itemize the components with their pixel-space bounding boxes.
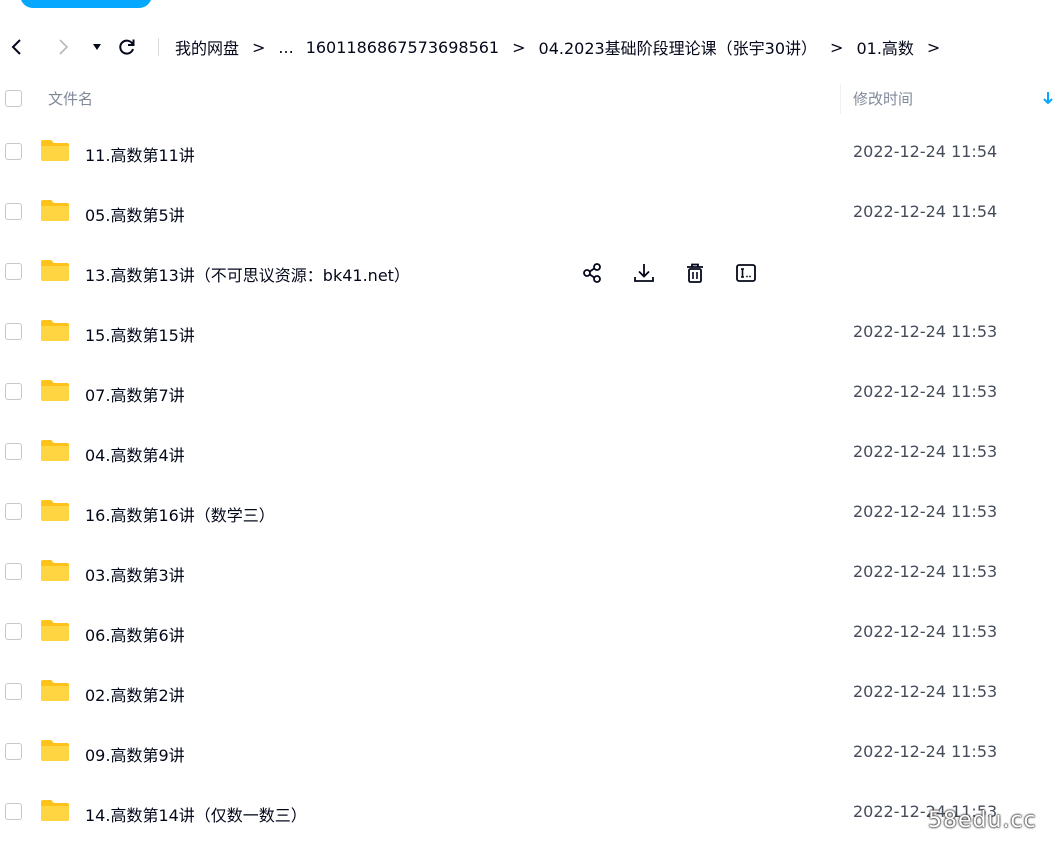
- file-row[interactable]: 15.高数第15讲 2022-12-24 11:53: [0, 303, 1057, 363]
- breadcrumb-item-course[interactable]: 04.2023基础阶段理论课（张宇30讲）: [539, 35, 818, 59]
- watermark: 58edu.cc: [928, 808, 1037, 833]
- folder-icon: [41, 200, 69, 221]
- file-modified-time: 2022-12-24 11:53: [853, 442, 998, 461]
- file-name[interactable]: 05.高数第5讲: [85, 202, 185, 226]
- history-dropdown[interactable]: [84, 28, 110, 66]
- select-all-checkbox[interactable]: [5, 90, 22, 107]
- folder-icon: [41, 620, 69, 641]
- file-row[interactable]: 16.高数第16讲（数学三） 2022-12-24 11:53: [0, 483, 1057, 543]
- file-name[interactable]: 14.高数第14讲（仅数一数三）: [85, 802, 307, 826]
- file-row[interactable]: 05.高数第5讲 2022-12-24 11:54: [0, 183, 1057, 243]
- share-button[interactable]: [580, 261, 606, 285]
- file-row[interactable]: 04.高数第4讲 2022-12-24 11:53: [0, 423, 1057, 483]
- row-checkbox[interactable]: [5, 203, 22, 220]
- folder-icon: [41, 140, 69, 161]
- rename-button[interactable]: [733, 261, 759, 285]
- file-modified-time: 2022-12-24 11:53: [853, 322, 998, 341]
- folder-icon: [41, 380, 69, 401]
- column-divider[interactable]: [840, 84, 841, 114]
- file-list-header: 文件名 修改时间: [0, 76, 1057, 122]
- file-row[interactable]: 07.高数第7讲 2022-12-24 11:53: [0, 363, 1057, 423]
- file-modified-time: 2022-12-24 11:53: [853, 622, 998, 641]
- file-name[interactable]: 09.高数第9讲: [85, 742, 185, 766]
- file-row[interactable]: 03.高数第3讲 2022-12-24 11:53: [0, 543, 1057, 603]
- sort-descending-icon[interactable]: [1042, 91, 1054, 105]
- file-name[interactable]: 16.高数第16讲（数学三）: [85, 502, 275, 526]
- delete-icon: [687, 263, 703, 283]
- breadcrumb-item-root[interactable]: 我的网盘: [175, 35, 239, 59]
- navigation-bar: 我的网盘 > ... 1601186867573698561 > 04.2023…: [0, 28, 1057, 66]
- refresh-icon: [119, 39, 135, 55]
- file-name[interactable]: 03.高数第3讲: [85, 562, 185, 586]
- file-modified-time: 2022-12-24 11:53: [853, 562, 998, 581]
- row-checkbox[interactable]: [5, 563, 22, 580]
- download-button[interactable]: [631, 261, 657, 285]
- folder-icon: [41, 260, 69, 281]
- row-checkbox[interactable]: [5, 623, 22, 640]
- file-name[interactable]: 07.高数第7讲: [85, 382, 185, 406]
- file-modified-time: 2022-12-24 11:53: [853, 742, 998, 761]
- folder-icon: [41, 440, 69, 461]
- row-checkbox[interactable]: [5, 383, 22, 400]
- breadcrumb-item-ellipsis[interactable]: ...: [278, 38, 293, 57]
- file-row[interactable]: 09.高数第9讲 2022-12-24 11:53: [0, 723, 1057, 783]
- breadcrumb-item-id[interactable]: 1601186867573698561: [306, 38, 499, 57]
- share-icon: [583, 263, 601, 283]
- file-row[interactable]: 11.高数第11讲 2022-12-24 11:54: [0, 123, 1057, 183]
- file-row[interactable]: 02.高数第2讲 2022-12-24 11:53: [0, 663, 1057, 723]
- row-checkbox[interactable]: [5, 323, 22, 340]
- file-row[interactable]: 14.高数第14讲（仅数一数三） 2022-12-24 11:53: [0, 783, 1057, 843]
- delete-button[interactable]: [682, 261, 708, 285]
- file-name[interactable]: 15.高数第15讲: [85, 322, 195, 346]
- row-checkbox[interactable]: [5, 263, 22, 280]
- folder-icon: [41, 560, 69, 581]
- column-header-name[interactable]: 文件名: [48, 88, 93, 109]
- row-checkbox[interactable]: [5, 143, 22, 160]
- row-checkbox[interactable]: [5, 683, 22, 700]
- breadcrumb-separator: >: [830, 37, 844, 57]
- file-modified-time: 2022-12-24 11:54: [853, 202, 998, 221]
- file-name[interactable]: 02.高数第2讲: [85, 682, 185, 706]
- back-button[interactable]: [4, 28, 30, 66]
- row-checkbox[interactable]: [5, 803, 22, 820]
- upload-button[interactable]: [20, 0, 152, 8]
- rename-icon: [736, 264, 756, 282]
- nav-divider: [158, 38, 159, 56]
- download-icon: [634, 264, 654, 282]
- row-checkbox[interactable]: [5, 503, 22, 520]
- refresh-button[interactable]: [114, 28, 140, 66]
- row-checkbox[interactable]: [5, 743, 22, 760]
- forward-button[interactable]: [50, 28, 76, 66]
- file-modified-time: 2022-12-24 11:53: [853, 382, 998, 401]
- file-name[interactable]: 11.高数第11讲: [85, 142, 195, 166]
- file-name[interactable]: 06.高数第6讲: [85, 622, 185, 646]
- file-row[interactable]: 06.高数第6讲 2022-12-24 11:53: [0, 603, 1057, 663]
- folder-icon: [41, 740, 69, 761]
- caret-down-icon: [93, 44, 101, 50]
- breadcrumb-separator: >: [252, 37, 266, 57]
- breadcrumb-separator: >: [512, 37, 526, 57]
- file-row-hovered[interactable]: 13.高数第13讲（不可思议资源：bk41.net）: [0, 243, 1057, 303]
- breadcrumb-separator: >: [926, 37, 941, 57]
- breadcrumb: 我的网盘 > ... 1601186867573698561 > 04.2023…: [175, 28, 953, 66]
- chevron-right-icon: [59, 39, 69, 55]
- chevron-left-icon: [11, 39, 21, 55]
- file-name[interactable]: 04.高数第4讲: [85, 442, 185, 466]
- file-name[interactable]: 13.高数第13讲（不可思议资源：bk41.net）: [85, 262, 410, 286]
- column-header-modified-time[interactable]: 修改时间: [853, 88, 913, 109]
- folder-icon: [41, 800, 69, 821]
- file-modified-time: 2022-12-24 11:53: [853, 502, 998, 521]
- breadcrumb-item-current: 01.高数: [856, 39, 914, 58]
- folder-icon: [41, 500, 69, 521]
- row-checkbox[interactable]: [5, 443, 22, 460]
- file-modified-time: 2022-12-24 11:53: [853, 682, 998, 701]
- file-modified-time: 2022-12-24 11:54: [853, 142, 998, 161]
- folder-icon: [41, 320, 69, 341]
- folder-icon: [41, 680, 69, 701]
